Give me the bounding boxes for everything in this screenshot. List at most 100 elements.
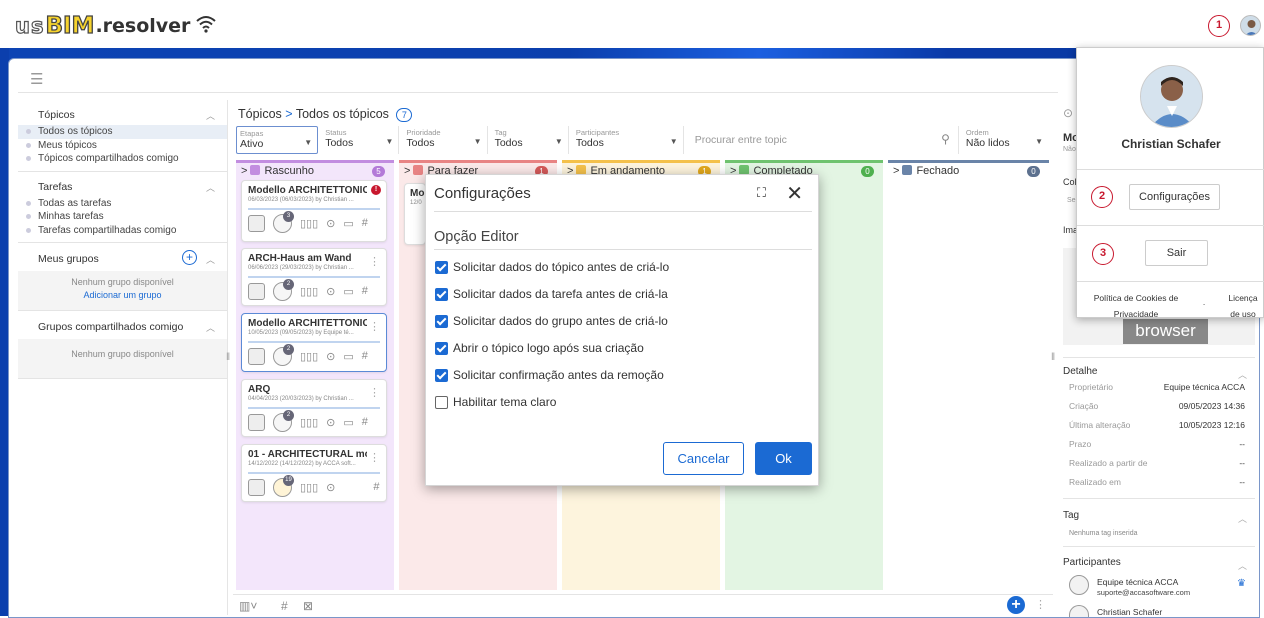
- play-icon[interactable]: ⊙: [326, 217, 335, 230]
- checkbox-checked[interactable]: [435, 287, 448, 301]
- barcode-icon[interactable]: ▯▯▯: [300, 481, 318, 494]
- hashtag-icon[interactable]: #: [373, 481, 379, 493]
- comment-icon[interactable]: ▭: [343, 285, 353, 298]
- option-checkbox-row[interactable]: Solicitar dados do tópico antes de criá-…: [435, 260, 669, 274]
- tag-section-title[interactable]: Tag ︿: [1057, 510, 1259, 524]
- viewpoint-icon[interactable]: 2: [273, 409, 294, 432]
- more-options-icon[interactable]: ⋮: [369, 451, 380, 464]
- detail-section-title[interactable]: Detalhe ︿: [1057, 366, 1259, 380]
- chevron-up-icon[interactable]: ︿: [206, 253, 215, 266]
- sidebar-item-all-tasks[interactable]: Todas as tarefas: [18, 197, 227, 211]
- filter-status[interactable]: Status Todos ▼: [322, 126, 400, 154]
- checkbox-checked[interactable]: [435, 260, 448, 274]
- close-icon[interactable]: ✕: [786, 181, 803, 206]
- cookie-policy-link[interactable]: Política de Cookies de Privacidade: [1089, 290, 1183, 322]
- more-options-icon[interactable]: ⋮: [369, 386, 380, 399]
- logout-button[interactable]: Sair: [1145, 240, 1208, 266]
- option-checkbox-row[interactable]: Habilitar tema claro: [435, 395, 556, 409]
- topic-card[interactable]: 01 - ARCHITECTURAL mo... 14/12/2022 (14/…: [241, 444, 387, 502]
- hashtag-icon[interactable]: #: [362, 217, 368, 229]
- option-checkbox-row[interactable]: Solicitar confirmação antes da remoção: [435, 368, 664, 382]
- chevron-up-icon[interactable]: ︿: [1238, 512, 1247, 525]
- play-icon[interactable]: ⊙: [326, 285, 335, 298]
- warning-viewpoint-icon[interactable]: 19: [273, 474, 294, 497]
- more-options-icon[interactable]: ⋮: [369, 255, 380, 268]
- topic-card[interactable]: ARQ 04/04/2023 (20/03/2023) by Christian…: [241, 379, 387, 437]
- filter-participantes[interactable]: Participantes Todos ▼: [573, 126, 684, 154]
- barcode-icon[interactable]: ▯▯▯: [300, 416, 318, 429]
- chevron-up-icon[interactable]: ︿: [1238, 559, 1247, 572]
- hashtag-icon[interactable]: #: [281, 599, 288, 613]
- participants-section-title[interactable]: Participantes ︿: [1057, 557, 1259, 571]
- play-icon[interactable]: ⊙: [326, 350, 335, 363]
- column-header[interactable]: > Rascunho 5: [236, 163, 394, 181]
- more-options-icon[interactable]: ⋮: [1035, 598, 1046, 611]
- viewpoint-icon[interactable]: 2: [273, 343, 294, 366]
- comment-icon[interactable]: ▭: [343, 350, 353, 363]
- cancel-button[interactable]: Cancelar: [663, 442, 744, 475]
- tasks-section-title[interactable]: Tarefas ︿: [18, 172, 227, 197]
- resize-handle-left[interactable]: ‖: [226, 352, 230, 363]
- filter-ordem[interactable]: Ordem Não lidos ▼: [963, 126, 1048, 154]
- browser-preview-image[interactable]: browser: [1123, 319, 1208, 344]
- checkbox-checked[interactable]: [435, 314, 448, 328]
- filter-tag[interactable]: Tag Todos ▼: [492, 126, 569, 154]
- usbim-resolver-logo[interactable]: us BIM .resolver: [14, 12, 217, 40]
- comment-icon[interactable]: ▭: [343, 416, 353, 429]
- topic-card[interactable]: Modello ARCHITETTONIC... 06/03/2023 (06/…: [241, 180, 387, 242]
- shared-groups-section-title[interactable]: Grupos compartilhados comigo ︿: [18, 311, 227, 339]
- license-link[interactable]: Licença de uso: [1225, 290, 1261, 322]
- option-checkbox-row[interactable]: Solicitar dados do grupo antes de criá-l…: [435, 314, 668, 328]
- add-group-link[interactable]: Adicionar um grupo: [18, 289, 227, 304]
- column-header[interactable]: > Fechado 0: [888, 163, 1049, 181]
- model-thumbnail-icon[interactable]: [248, 413, 265, 431]
- search-input[interactable]: Procurar entre topic ⚲: [688, 126, 959, 154]
- ok-button[interactable]: Ok: [755, 442, 812, 475]
- checkbox-unchecked[interactable]: [435, 395, 448, 409]
- viewpoint-icon[interactable]: 3: [273, 210, 294, 233]
- add-topic-button[interactable]: +: [1007, 596, 1025, 614]
- model-thumbnail-icon[interactable]: [248, 478, 265, 496]
- model-thumbnail-icon[interactable]: [248, 282, 265, 300]
- sidebar-item-shared-topics[interactable]: Tópicos compartilhados comigo: [18, 152, 227, 166]
- more-options-icon[interactable]: ⋮: [369, 320, 380, 333]
- sidebar-item-my-topics[interactable]: Meus tópicos: [18, 139, 227, 153]
- option-checkbox-row[interactable]: Abrir o tópico logo após sua criação: [435, 341, 644, 355]
- settings-button[interactable]: Configurações: [1129, 184, 1220, 210]
- chevron-up-icon[interactable]: ︿: [206, 321, 215, 334]
- play-icon[interactable]: ⊙: [326, 481, 335, 494]
- topic-card[interactable]: ARCH-Haus am Wand 06/06/2023 (29/03/2023…: [241, 248, 387, 306]
- viewpoint-icon[interactable]: 2: [273, 278, 294, 301]
- sidebar-item-shared-tasks[interactable]: Tarefas compartilhadas comigo: [18, 224, 227, 238]
- expand-icon[interactable]: ⛶: [757, 185, 766, 201]
- topics-section-title[interactable]: Tópicos ︿: [18, 100, 227, 125]
- chevron-up-icon[interactable]: ︿: [206, 181, 215, 194]
- topic-card-partial[interactable]: Mo 12/0: [404, 183, 426, 245]
- comment-icon[interactable]: ▭: [343, 217, 353, 230]
- filter-etapas[interactable]: Etapas Ativo ▼: [236, 126, 319, 154]
- topic-card-selected[interactable]: Modello ARCHITETTONIC... 10/05/2023 (09/…: [241, 313, 387, 372]
- option-checkbox-row[interactable]: Solicitar dados da tarefa antes de criá-…: [435, 287, 668, 301]
- image-off-icon[interactable]: ⊠: [303, 599, 313, 613]
- barcode-icon[interactable]: ▯▯▯: [300, 217, 318, 230]
- board-view-icon[interactable]: ▥˅: [239, 599, 257, 613]
- chevron-up-icon[interactable]: ︿: [206, 109, 215, 122]
- hashtag-icon[interactable]: #: [362, 350, 368, 362]
- add-group-icon[interactable]: +: [182, 250, 197, 265]
- sidebar-item-my-tasks[interactable]: Minhas tarefas: [18, 210, 227, 224]
- checkbox-checked[interactable]: [435, 368, 448, 382]
- barcode-icon[interactable]: ▯▯▯: [300, 350, 318, 363]
- play-icon[interactable]: ⊙: [1063, 106, 1073, 120]
- hashtag-icon[interactable]: #: [362, 416, 368, 428]
- hashtag-icon[interactable]: #: [362, 285, 368, 297]
- sidebar-item-all-topics[interactable]: Todos os tópicos: [18, 125, 227, 139]
- play-icon[interactable]: ⊙: [326, 416, 335, 429]
- model-thumbnail-icon[interactable]: [248, 214, 265, 232]
- my-groups-section-title[interactable]: Meus grupos + ︿: [18, 243, 227, 271]
- checkbox-checked[interactable]: [435, 341, 448, 355]
- model-thumbnail-icon[interactable]: [248, 347, 265, 365]
- crumb-root[interactable]: Tópicos: [238, 107, 282, 121]
- filter-prioridade[interactable]: Prioridade Todos ▼: [403, 126, 488, 154]
- user-avatar[interactable]: [1240, 15, 1261, 36]
- barcode-icon[interactable]: ▯▯▯: [300, 285, 318, 298]
